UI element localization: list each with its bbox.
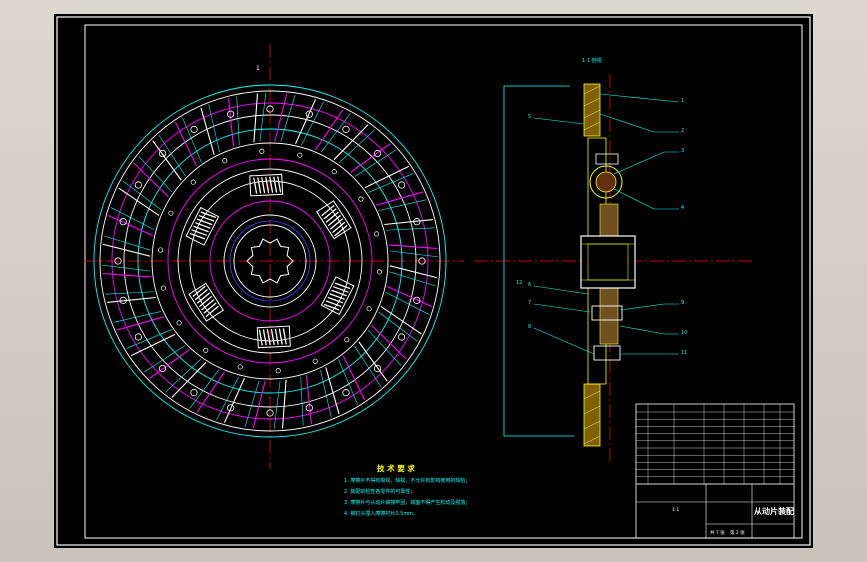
balloon-6: 6	[528, 282, 531, 288]
drawing-title: 从动片装配	[754, 506, 794, 516]
balloon-3: 3	[681, 148, 684, 154]
cad-viewport: 1 2 3 4 9 10 11 5 6 7 8 1-1 剖视 1 12 技 术 …	[0, 0, 867, 562]
tech-heading: 技 术 要 求	[377, 463, 415, 473]
tech-item-3: 3. 摩擦片与从动片铆接牢固，端面不得产生松动及脱落；	[344, 499, 470, 506]
section-view: 1 2 3 4 9 10 11 5 6 7 8 1-1 剖视 1 12	[256, 57, 687, 447]
balloon-12: 12	[516, 280, 522, 286]
sheet-count: 共 7 张	[710, 529, 725, 536]
scale: 1:1	[672, 507, 679, 513]
section-label: 1-1 剖视	[582, 57, 602, 64]
balloon-4: 4	[681, 205, 684, 211]
tech-item-4: 4. 铆钉头埋入摩擦衬片0.5mm。	[344, 510, 418, 517]
drawing-canvas[interactable]: 1 2 3 4 9 10 11 5 6 7 8 1-1 剖视 1 12 技 术 …	[54, 14, 813, 548]
section-mark: 1	[256, 65, 260, 72]
tech-item-2: 2. 装配前检查各零件的可靠性；	[344, 488, 415, 495]
tech-requirements: 技 术 要 求 1. 摩擦片不得有裂纹、缺损、不允许有影响使用的缺陷； 2. 装…	[344, 463, 470, 517]
center-lines	[84, 44, 754, 469]
drawing-svg: 1 2 3 4 9 10 11 5 6 7 8 1-1 剖视 1 12 技 术 …	[56, 16, 811, 546]
balloon-11: 11	[681, 350, 687, 356]
balloon-1: 1	[681, 98, 684, 104]
balloon-9: 9	[681, 300, 684, 306]
balloon-5: 5	[528, 114, 531, 120]
balloon-7: 7	[528, 300, 531, 306]
sheet-number: 第 2 张	[730, 529, 745, 536]
tech-item-1: 1. 摩擦片不得有裂纹、缺损、不允许有影响使用的缺陷；	[344, 477, 470, 484]
title-block: 从动片装配 共 7 张 第 2 张 1:1	[635, 403, 795, 539]
balloon-8: 8	[528, 324, 531, 330]
balloon-10: 10	[681, 330, 687, 336]
balloon-2: 2	[681, 128, 684, 134]
